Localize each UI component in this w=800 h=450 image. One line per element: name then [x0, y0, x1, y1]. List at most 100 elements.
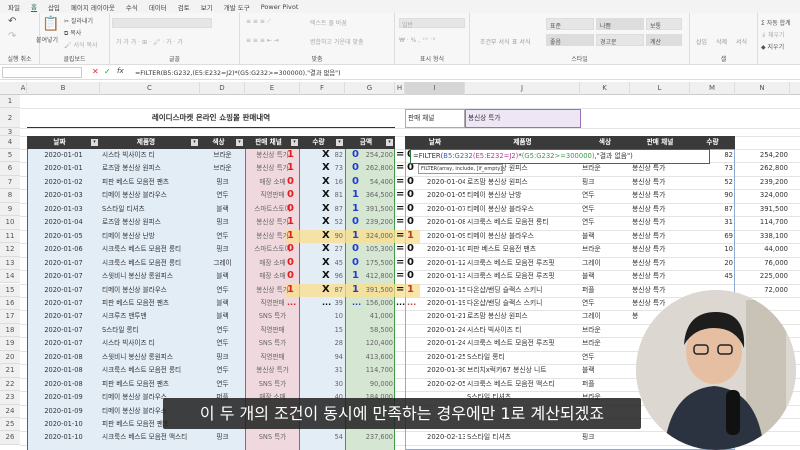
left-cell[interactable]: 2020-01-01 [27, 162, 100, 175]
left-cell[interactable]: 94 [300, 351, 345, 364]
left-cell[interactable]: 2020-01-07 [27, 257, 100, 270]
row-header-12[interactable]: 12 [0, 243, 20, 257]
row-header-2[interactable]: 2 [0, 108, 20, 128]
left-cell[interactable]: 2020-01-03 [27, 203, 100, 216]
left-cell[interactable]: 2020-01-08 [27, 351, 100, 364]
left-cell[interactable]: 로즈맘 봉신상 원피스 [100, 216, 200, 229]
left-cell[interactable]: 직영판매 [245, 351, 300, 364]
row-header-26[interactable]: 26 [0, 431, 20, 445]
left-cell[interactable]: 봉신상 특가 [245, 364, 300, 377]
spill-cell[interactable]: 시크룩스 베스트 모음전 루즈핏 [465, 337, 580, 350]
left-cell[interactable]: 2020-01-10 [27, 418, 100, 431]
spill-cell[interactable]: 45 [690, 270, 735, 283]
row-header-20[interactable]: 20 [0, 350, 20, 365]
left-cell[interactable]: 연두 [200, 337, 245, 350]
spill-cell[interactable]: 76,000 [735, 257, 790, 270]
spill-cell[interactable]: 로즈맘 봉신상 원피스 [465, 310, 580, 323]
left-cell[interactable]: 2020-01-04 [27, 216, 100, 229]
left-cell[interactable]: S스타일 롱티 [100, 324, 200, 337]
row-header-14[interactable]: 14 [0, 270, 20, 284]
left-cell[interactable]: 2020-01-08 [27, 364, 100, 377]
spill-cell[interactable]: 시크룩스 베스트 모음전 루즈핏 [465, 257, 580, 270]
spill-cell[interactable]: 퍼플 [580, 378, 630, 391]
spill-cell[interactable]: 2020-01-21 [425, 310, 465, 323]
left-cell[interactable]: 90,000 [345, 378, 395, 391]
left-cell[interactable]: 2020-01-05 [27, 230, 100, 243]
row-header-1[interactable]: 1 [0, 95, 20, 109]
row-header-11[interactable]: 11 [0, 229, 20, 244]
spill-cell[interactable]: 봉신상 특가 [630, 284, 690, 297]
spill-cell[interactable]: 2020-01-24 [425, 337, 465, 350]
spill-cell[interactable]: 브라운 [580, 324, 630, 337]
spill-cell[interactable]: 다온샵/밴딩 슬랙스 스키니 [465, 297, 580, 310]
spill-cell[interactable]: 연두 [580, 351, 630, 364]
left-cell[interactable]: 120,400 [345, 337, 395, 350]
left-cell[interactable]: SNS 특가 [245, 378, 300, 391]
spill-cell[interactable]: 87 [690, 203, 735, 216]
filter-dropdown-icon[interactable]: ▾ [291, 139, 298, 146]
spill-cell[interactable]: 연두 [580, 216, 630, 229]
left-cell[interactable]: 그레이 [200, 257, 245, 270]
spill-cell[interactable]: 봉신상 특가 [630, 176, 690, 189]
row-header-22[interactable]: 22 [0, 377, 20, 392]
spill-cell[interactable]: 225,000 [735, 270, 790, 283]
left-cell[interactable]: 연두 [200, 364, 245, 377]
left-cell[interactable]: 2020-01-07 [27, 337, 100, 350]
spill-cell[interactable]: 10 [690, 243, 735, 256]
spill-cell[interactable]: 2020-01-04 [425, 176, 465, 189]
left-cell[interactable]: 시스타 빅사이즈 티 [100, 337, 200, 350]
spill-cell[interactable]: 44,000 [735, 243, 790, 256]
spill-cell[interactable]: 시크룩스 베스트 모음전 롱티 [465, 216, 580, 229]
row-header-18[interactable]: 18 [0, 323, 20, 338]
left-cell[interactable]: 2020-01-07 [27, 284, 100, 297]
left-cell[interactable]: 블랙 [200, 310, 245, 323]
spill-cell[interactable]: 핑크 [580, 176, 630, 189]
spill-cell[interactable]: 그레이 [580, 257, 630, 270]
spill-cell[interactable]: 퍼플 [580, 284, 630, 297]
left-cell[interactable]: 연두 [200, 189, 245, 202]
row-header-6[interactable]: 6 [0, 162, 20, 176]
spill-cell[interactable]: 봉신상 특가 [630, 189, 690, 202]
left-cell[interactable]: 2020-01-08 [27, 378, 100, 391]
spill-cell[interactable]: 연두 [580, 203, 630, 216]
spill-cell[interactable]: 티메이 봉신상 난방 [465, 189, 580, 202]
left-cell[interactable]: 2020-01-07 [27, 297, 100, 310]
left-cell[interactable]: 2020-01-03 [27, 189, 100, 202]
left-cell[interactable]: 블랙 [200, 203, 245, 216]
spill-cell[interactable]: 시크룩스 베스트 모음전 맥스티 [465, 378, 580, 391]
spill-cell[interactable]: 봉신상 특가 [630, 243, 690, 256]
left-cell[interactable]: 스윗비니 봉신상 롱원피스 [100, 270, 200, 283]
spill-cell[interactable]: 시스타 빅사이즈 티 [465, 324, 580, 337]
spill-cell[interactable]: 피판 베스트 모음전 팬츠 [465, 243, 580, 256]
left-cell[interactable]: 핑크 [200, 216, 245, 229]
spill-cell[interactable]: 2020-01-19 [425, 297, 465, 310]
spill-cell[interactable]: 2020-01-15 [425, 284, 465, 297]
spill-cell[interactable]: 2020-01-09 [425, 230, 465, 243]
left-cell[interactable]: 2020-01-09 [27, 391, 100, 404]
spill-cell[interactable]: 2020-01-25 [425, 351, 465, 364]
spill-cell[interactable]: 391,500 [735, 203, 790, 216]
spill-cell[interactable]: 73 [690, 162, 735, 175]
spill-cell[interactable]: 핑크 [580, 431, 630, 444]
left-cell[interactable]: 10 [300, 310, 345, 323]
spill-cell[interactable]: 254,200 [735, 149, 790, 162]
left-cell[interactable]: 2020-01-06 [27, 243, 100, 256]
left-cell[interactable]: 로즈맘 봉신상 원피스 [100, 162, 200, 175]
left-cell[interactable]: SNS 특가 [245, 337, 300, 350]
left-cell[interactable]: 브라운 [200, 162, 245, 175]
spill-cell[interactable]: 2020-01-07 [425, 203, 465, 216]
left-cell[interactable]: 블랙 [200, 297, 245, 310]
left-cell[interactable]: 시크룩스 베스트 모음전 롱티 [100, 364, 200, 377]
left-cell[interactable]: 연두 [200, 284, 245, 297]
spill-cell[interactable]: 90 [690, 189, 735, 202]
left-cell[interactable]: 시크룩스 베스트 모음전 롱티 [100, 243, 200, 256]
filter-dropdown-icon[interactable]: ▾ [191, 139, 198, 146]
left-cell[interactable]: 브라운 [200, 149, 245, 162]
left-cell[interactable]: 시크룩스 베스트 모음전 롱티 [100, 257, 200, 270]
left-cell[interactable]: 티메이 봉신상 블라우스 [100, 284, 200, 297]
row-header-13[interactable]: 13 [0, 256, 20, 271]
filter-value-input[interactable]: 봉신상 특가 [465, 109, 581, 128]
spill-cell[interactable]: S스타일 롱티 [465, 351, 580, 364]
left-cell[interactable]: 스윗비니 봉신상 롱원피스 [100, 351, 200, 364]
row-header-4[interactable]: 4 [0, 136, 20, 150]
